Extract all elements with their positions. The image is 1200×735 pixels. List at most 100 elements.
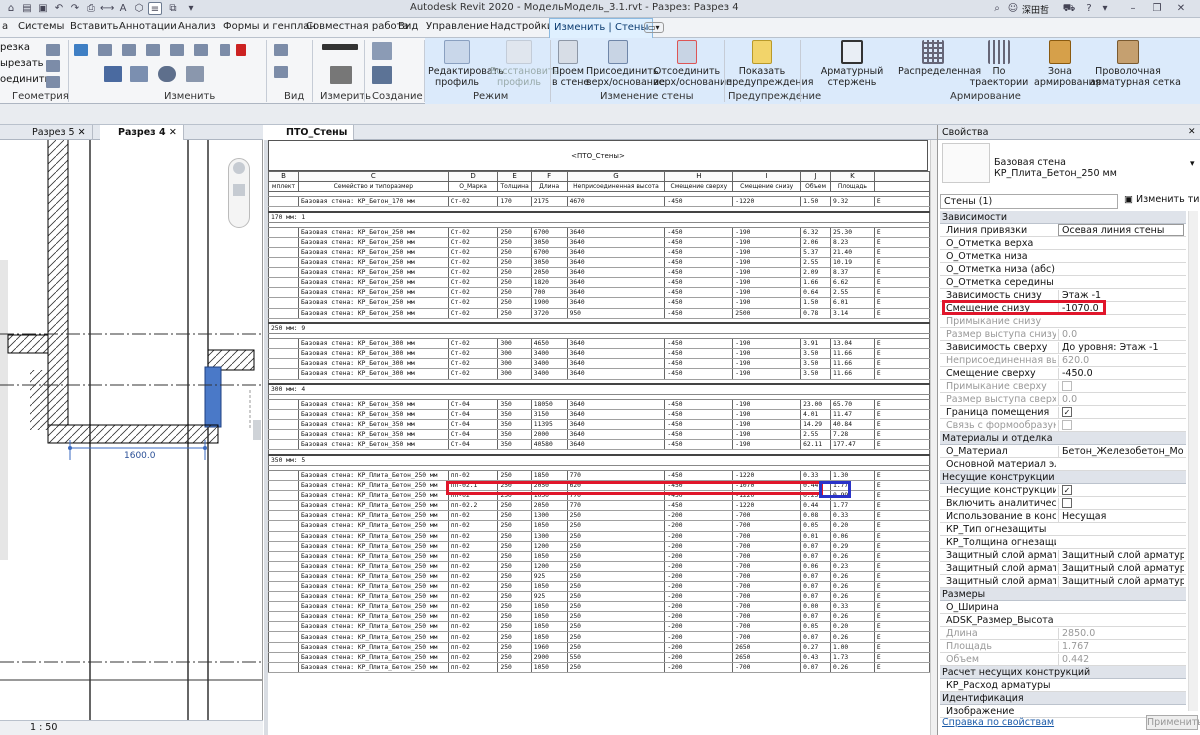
table-cell[interactable]: Семейство и типоразмер <box>297 181 449 193</box>
table-cell[interactable]: 0.20 <box>830 621 875 633</box>
property-value[interactable]: 1.767 <box>1058 641 1184 652</box>
property-value[interactable]: 2850.0 <box>1058 628 1184 639</box>
table-cell[interactable]: Базовая стена: КР_Бетон_350 мм <box>297 409 449 421</box>
table-cell[interactable]: -200 <box>664 631 734 643</box>
table-cell[interactable] <box>268 419 299 431</box>
table-cell[interactable]: 1900 <box>530 297 568 309</box>
table-cell[interactable]: Базовая стена: КР_Бетон_350 мм <box>297 429 449 441</box>
table-cell[interactable]: 0.23 <box>830 561 875 572</box>
table-cell[interactable]: 2650 <box>732 652 802 663</box>
table-cell[interactable]: Объем <box>800 181 832 193</box>
table-cell[interactable]: 250 <box>566 601 666 613</box>
property-row[interactable]: Защитный слой арматур...Защитный слой ар… <box>940 562 1186 575</box>
table-cell[interactable]: 0.33 <box>830 510 875 522</box>
table-cell[interactable]: Ст-02 <box>447 247 499 259</box>
table-cell[interactable]: Базовая стена: КР_Плита_Бетон_250 мм <box>297 601 449 613</box>
table-cell[interactable] <box>268 520 299 532</box>
table-cell[interactable]: 4670 <box>566 196 666 208</box>
table-row[interactable]: Базовая стена: КР_Плита_Бетон_250 мм пп-0… <box>268 500 930 512</box>
table-cell[interactable]: -450 <box>664 358 734 370</box>
properties-help-link[interactable]: Справка по свойствам <box>942 717 1054 728</box>
mirror-draw-icon[interactable] <box>146 44 160 56</box>
table-cell[interactable]: 250 <box>497 591 532 603</box>
table-cell[interactable]: Ст-02 <box>447 287 499 299</box>
table-cell[interactable]: 250 <box>497 662 532 673</box>
table-cell[interactable]: 13.04 <box>830 338 875 350</box>
property-value[interactable]: Защитный слой арматуры... <box>1058 550 1184 561</box>
table-cell[interactable]: 0.06 <box>830 531 875 542</box>
property-row[interactable]: Длина 2850.0 <box>940 627 1186 640</box>
table-cell[interactable]: 300 <box>497 358 532 370</box>
home-icon[interactable]: ⌂ <box>4 2 18 15</box>
table-cell[interactable]: пп-02 <box>447 662 499 673</box>
table-row[interactable]: Базовая стена: КР_Бетон_350 мм Ст-04 350 11… <box>268 419 930 431</box>
table-cell[interactable]: Е <box>873 591 930 603</box>
table-cell[interactable] <box>268 338 299 350</box>
table-cell[interactable]: 1300 <box>530 531 568 542</box>
table-cell[interactable]: B <box>268 170 299 183</box>
table-cell[interactable]: 3640 <box>566 358 666 370</box>
table-cell[interactable] <box>268 581 299 593</box>
table-cell[interactable]: Ст-04 <box>447 439 499 451</box>
table-cell[interactable]: -200 <box>664 621 734 633</box>
table-cell[interactable]: пп-02 <box>447 611 499 623</box>
table-cell[interactable]: 250 <box>497 247 532 259</box>
rebar-button[interactable]: Арматурный стержень <box>806 40 898 88</box>
table-cell[interactable]: 250 <box>566 531 666 542</box>
table-cell[interactable]: 4650 <box>530 338 568 350</box>
table-cell[interactable]: 2050 <box>530 500 568 512</box>
property-row[interactable]: Размер выступа сверху 0.0 <box>940 393 1186 406</box>
table-cell[interactable] <box>268 510 299 522</box>
table-cell[interactable]: 3640 <box>566 267 666 279</box>
table-row[interactable]: Базовая стена: КР_Бетон_250 мм Ст-02 250 67… <box>268 247 930 259</box>
table-cell[interactable]: Е <box>873 348 930 360</box>
table-cell[interactable]: Е <box>873 510 930 522</box>
table-row[interactable]: Базовая стена: КР_Бетон_300 мм Ст-02 300 46… <box>268 338 930 350</box>
table-cell[interactable]: 350 <box>497 439 532 451</box>
tab-view[interactable]: Вид <box>398 21 418 32</box>
uncut-label[interactable]: ырезать <box>0 58 44 69</box>
table-cell[interactable]: 0.27 <box>800 642 832 653</box>
edit-profile-button[interactable]: Редактировать профиль <box>428 40 504 88</box>
table-cell[interactable]: 250 <box>497 642 532 653</box>
table-cell[interactable]: 11.66 <box>830 358 875 370</box>
table-cell[interactable]: Е <box>873 419 930 431</box>
table-cell[interactable]: Е <box>873 358 930 370</box>
table-cell[interactable]: Базовая стена: КР_Бетон_300 мм <box>297 338 449 350</box>
table-cell[interactable]: 40580 <box>530 439 568 451</box>
split-face-icon[interactable] <box>46 76 60 88</box>
tab-section-5[interactable]: Разрез 5 ✕ <box>14 125 93 140</box>
table-cell[interactable] <box>268 500 299 512</box>
close-icon[interactable]: ✕ <box>1174 2 1188 15</box>
table-cell[interactable]: E <box>497 170 532 183</box>
table-cell[interactable]: -190 <box>732 237 802 248</box>
table-cell[interactable]: 0.43 <box>800 652 832 663</box>
table-cell[interactable]: 3640 <box>566 419 666 431</box>
save-icon[interactable]: ▣ <box>36 2 50 15</box>
table-cell[interactable]: Ст-04 <box>447 409 499 421</box>
table-cell[interactable]: 6700 <box>530 227 568 238</box>
table-cell[interactable] <box>268 480 299 492</box>
table-cell[interactable]: I <box>732 170 802 183</box>
table-cell[interactable]: пп-02 <box>447 520 499 532</box>
undo-icon[interactable]: ↶ <box>52 2 66 15</box>
table-row[interactable]: Базовая стена: КР_Плита_Бетон_250 мм пп-0… <box>268 601 930 613</box>
table-cell[interactable]: 0.07 <box>800 571 832 583</box>
table-cell[interactable]: 300 <box>497 338 532 350</box>
schedule-table[interactable]: B C D E F G H I J Kмплект Семейство и типоразмер О_… <box>268 170 930 673</box>
table-row[interactable]: Базовая стена: КР_Бетон_250 мм Ст-02 250 70… <box>268 287 930 299</box>
table-cell[interactable] <box>268 490 299 502</box>
view-scale[interactable]: 1 : 50 <box>30 722 57 733</box>
area-distributed-button[interactable]: Распределенная <box>898 40 981 77</box>
table-cell[interactable]: 0.26 <box>830 551 875 562</box>
table-cell[interactable]: Ст-02 <box>447 227 499 238</box>
table-cell[interactable]: -700 <box>732 601 802 613</box>
override-graphics-icon[interactable] <box>274 44 288 56</box>
table-cell[interactable]: 1.50 <box>800 297 832 309</box>
instance-filter[interactable]: Стены (1) <box>940 194 1118 209</box>
table-cell[interactable]: Базовая стена: КР_Плита_Бетон_250 мм <box>297 541 449 552</box>
table-cell[interactable]: 3640 <box>566 257 666 269</box>
table-cell[interactable]: 2000 <box>530 429 568 441</box>
tab-addins[interactable]: Надстройки <box>490 21 553 32</box>
group-row[interactable]: 250 мм: 9 <box>268 322 930 335</box>
